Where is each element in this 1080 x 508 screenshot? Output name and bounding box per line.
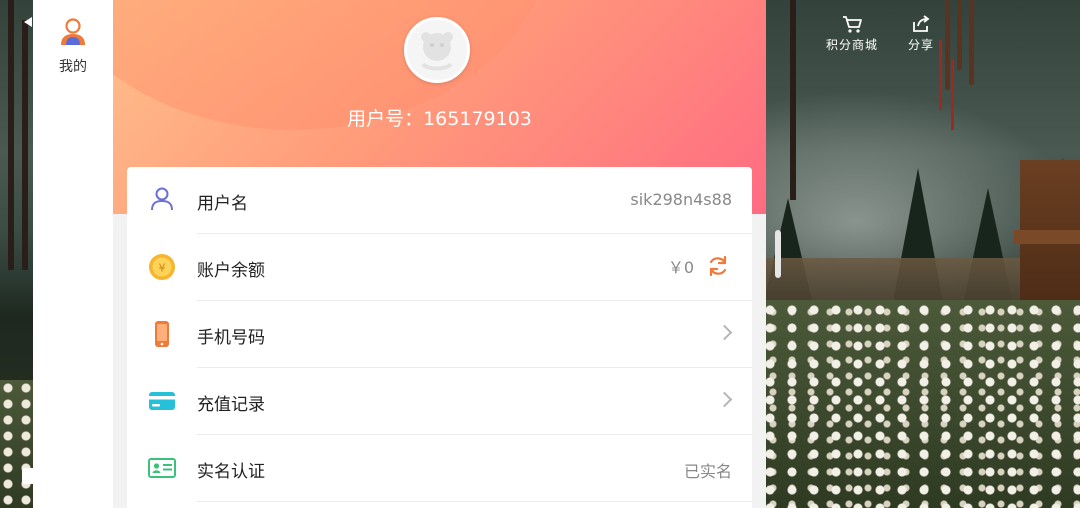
- row-recharge-records[interactable]: 充值记录: [127, 368, 752, 435]
- balance-label: 账户余额: [197, 261, 265, 281]
- row-balance: ¥ 账户余额 ￥0: [127, 234, 752, 301]
- points-mall-label: 积分商城: [826, 38, 879, 52]
- points-mall-button[interactable]: 积分商城: [826, 14, 878, 53]
- row-divider: [197, 501, 752, 502]
- recharge-label: 充值记录: [197, 395, 265, 415]
- background-trunk: [790, 0, 796, 200]
- share-button[interactable]: 分享: [908, 14, 934, 53]
- background-flowers: [0, 380, 34, 508]
- credit-card-icon: [149, 392, 175, 410]
- refresh-icon[interactable]: [706, 254, 730, 278]
- coin-icon: ¥: [149, 254, 175, 280]
- phone-label: 手机号码: [197, 328, 265, 348]
- id-card-icon: [148, 458, 176, 478]
- shopping-cart-icon: [843, 16, 862, 33]
- user-outline-icon: [151, 187, 173, 211]
- row-real-name-verification[interactable]: 实名认证 已实名: [127, 435, 752, 502]
- avatar-default-icon: [421, 32, 453, 71]
- chevron-right-icon: [716, 324, 733, 341]
- user-silhouette-icon: [61, 18, 85, 45]
- verification-label: 实名认证: [197, 462, 265, 482]
- username-value: sik298n4s88: [630, 190, 732, 209]
- avatar[interactable]: [404, 17, 470, 83]
- mobile-phone-icon: [155, 321, 169, 347]
- background-trunk: [22, 20, 28, 270]
- verification-status: 已实名: [683, 462, 732, 481]
- user-id: 用户号：165179103: [347, 108, 532, 130]
- user-center-panel: 用户号：165179103 用户名 sik298n4s88 ¥ 账户余额 ￥0: [113, 0, 766, 508]
- tab-my-label: 我的: [59, 59, 87, 75]
- wind-chime-decoration: [935, 0, 985, 130]
- scroll-indicator[interactable]: [775, 230, 781, 278]
- chevron-right-icon: [716, 391, 733, 408]
- username-label: 用户名: [197, 194, 248, 214]
- account-info-card: 用户名 sik298n4s88 ¥ 账户余额 ￥0 手机号码 充值记录 实名认证…: [127, 167, 752, 508]
- share-icon: [913, 15, 930, 32]
- share-label: 分享: [908, 38, 935, 52]
- side-menu: 我的: [33, 0, 113, 508]
- balance-value: ￥0: [667, 258, 694, 277]
- svg-text:¥: ¥: [159, 262, 166, 275]
- row-phone[interactable]: 手机号码: [127, 301, 752, 368]
- tab-my[interactable]: 我的: [33, 16, 113, 76]
- balance-value-group: ￥0: [668, 254, 730, 278]
- row-username: 用户名 sik298n4s88: [127, 167, 752, 234]
- background-trunk: [8, 0, 14, 270]
- collapse-arrow-icon[interactable]: [24, 17, 32, 27]
- background-pavilion: [1014, 160, 1080, 320]
- background-flowers: [760, 300, 1080, 508]
